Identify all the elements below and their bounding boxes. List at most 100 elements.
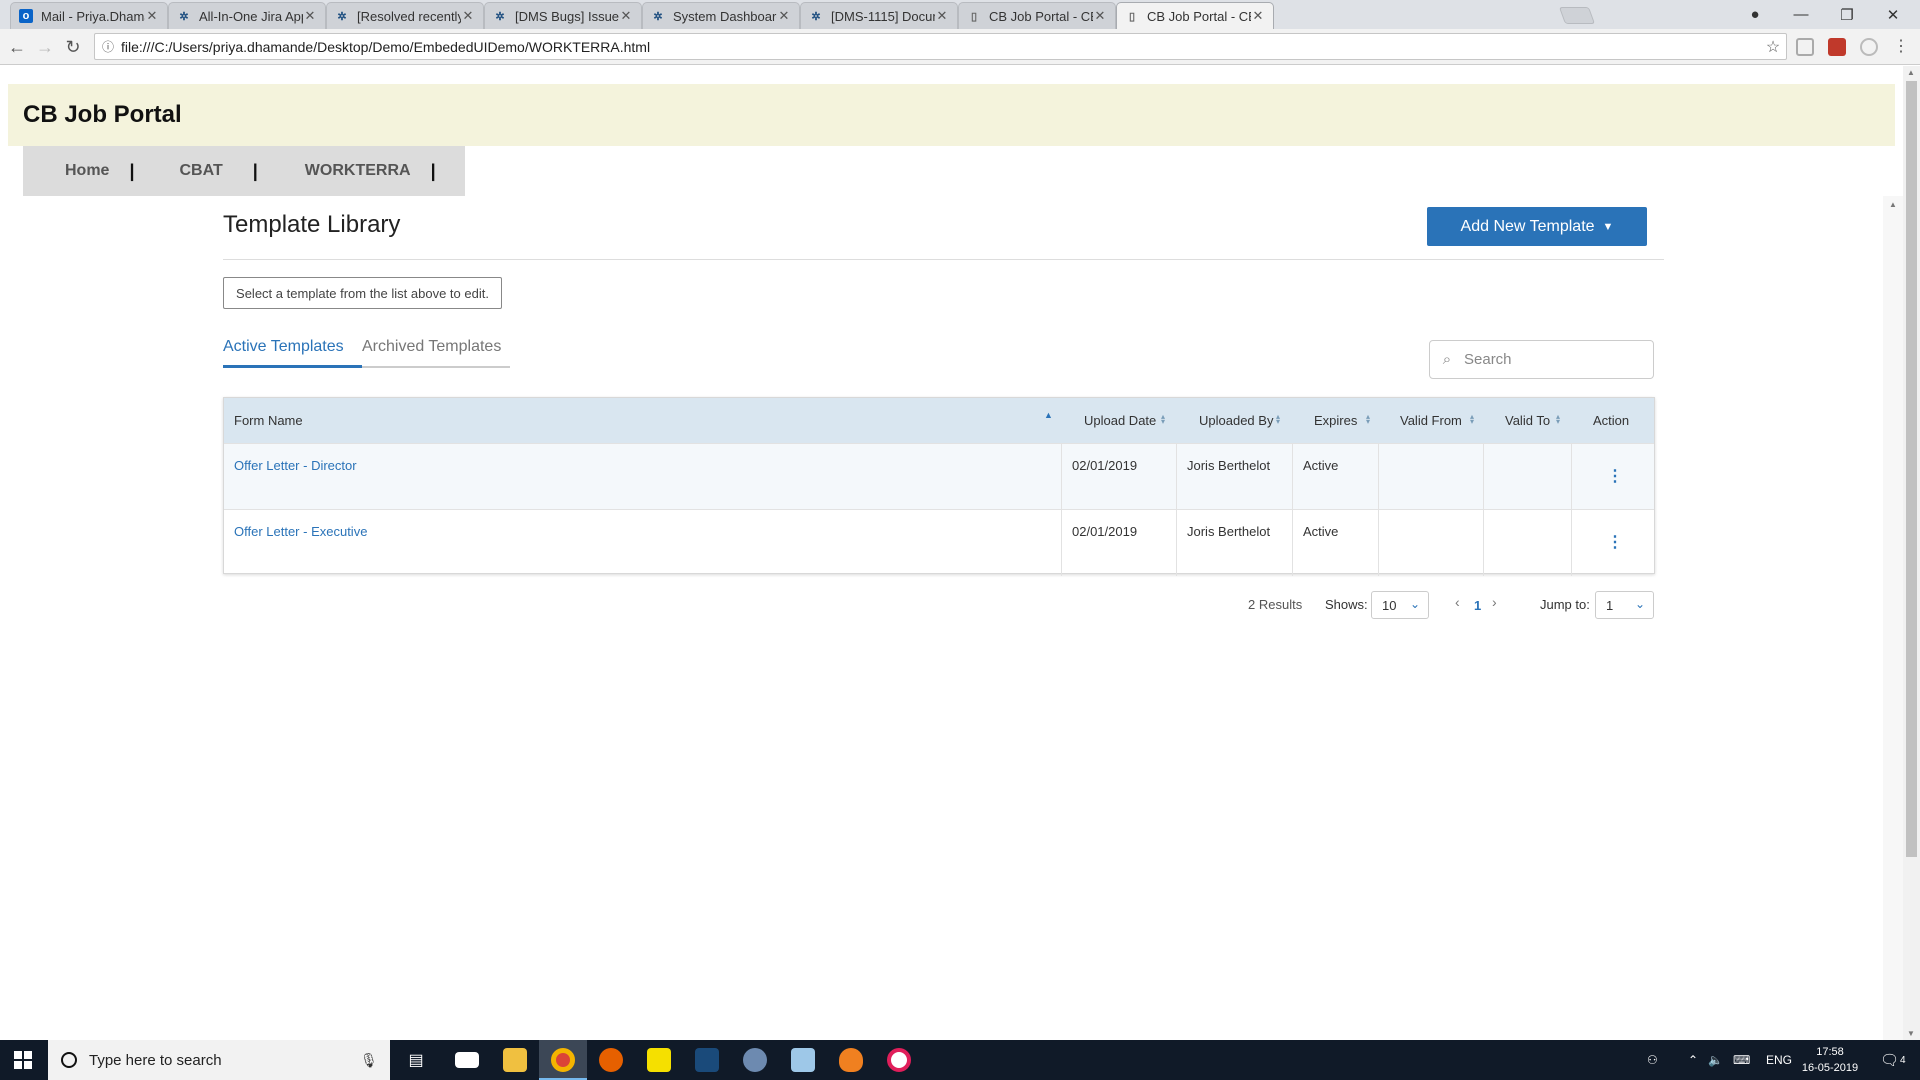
sort-icon[interactable]: ▴ ▾ [1161,413,1165,426]
column-header-uploaded-by[interactable]: Uploaded By [1189,398,1304,443]
page-viewport: CB Job Portal Home | CBAT | WORKTERRA | … [0,66,1903,1040]
page-title: Template Library [223,211,401,238]
scrollbar-thumb[interactable] [1906,81,1917,857]
sticky-notes-icon[interactable] [635,1040,683,1080]
back-icon[interactable]: ← [6,36,28,58]
close-icon[interactable]: ✕ [777,8,791,24]
column-header-expires[interactable]: Expires [1304,398,1390,443]
taskbar-search[interactable]: Type here to search 🎙 [48,1040,390,1080]
menu-icon[interactable]: ⋮ [1890,36,1912,58]
page-scrollbar[interactable]: ▲ ▼ [1903,66,1920,1040]
close-icon[interactable]: ✕ [619,8,633,24]
close-icon[interactable]: ✕ [303,8,317,24]
add-new-template-button[interactable]: Add New Template ▼ [1427,207,1647,246]
volume-icon[interactable]: 🔈 [1708,1040,1723,1080]
more-actions-icon[interactable]: ⋮ [1607,466,1623,486]
slack-icon[interactable] [875,1040,923,1080]
url-text: file:///C:/Users/priya.dhamande/Desktop/… [121,38,651,55]
column-header-upload-date[interactable]: Upload Date [1074,398,1189,443]
page-size-select[interactable]: 10 ⌄ [1371,591,1429,619]
column-header-form-name[interactable]: Form Name [224,398,1074,443]
language-indicator[interactable]: ENG [1766,1040,1792,1080]
inner-scrollbar[interactable]: ▲ [1883,196,1903,1040]
sort-icon[interactable]: ▴ ▾ [1366,413,1370,426]
mail-app-icon[interactable] [443,1040,491,1080]
form-name-link[interactable]: Offer Letter - Director [224,444,1074,510]
close-icon[interactable]: ✕ [145,8,159,24]
sort-asc-icon[interactable]: ▲ [1044,411,1053,420]
microphone-icon[interactable]: 🎙 [360,1052,390,1069]
sort-icon[interactable]: ▴ ▾ [1470,413,1474,426]
reload-icon[interactable]: ↻ [62,36,84,58]
column-header-valid-from[interactable]: Valid From [1390,398,1495,443]
close-icon[interactable]: ✕ [1251,8,1265,24]
more-actions-icon[interactable]: ⋮ [1607,532,1623,552]
task-view-icon[interactable]: ▤ [392,1040,440,1080]
tab-archived-templates[interactable]: Archived Templates [362,338,501,356]
close-window-button[interactable]: ✕ [1870,0,1916,29]
header-label: Expires [1314,413,1358,428]
table-row[interactable]: Offer Letter - Executive 02/01/2019 Jori… [224,509,1654,576]
browser-tab[interactable]: ✲ All-In-One Jira App - JIR/ ✕ [168,2,326,29]
notepad-icon[interactable] [779,1040,827,1080]
chevron-up-icon[interactable]: ⌃ [1688,1040,1698,1080]
forward-icon[interactable]: → [34,36,56,58]
column-divider [1571,510,1572,576]
form-name-link[interactable]: Offer Letter - Executive [224,510,1074,576]
chevron-down-icon: ⌄ [1409,597,1420,611]
prev-page-icon[interactable]: ‹ [1455,594,1460,610]
extension-icon[interactable] [1828,38,1846,56]
portal-title: CB Job Portal [23,101,182,128]
table-row[interactable]: Offer Letter - Director 02/01/2019 Joris… [224,443,1654,510]
extension-icon[interactable] [1796,38,1814,56]
extension-icon[interactable] [1860,38,1878,56]
next-page-icon[interactable]: › [1492,594,1497,610]
browser-tab[interactable]: ✲ [DMS Bugs] Issue Naviga ✕ [484,2,642,29]
browser-tab[interactable]: ▯ CB Job Portal - CBAT ✕ [958,2,1116,29]
jira-icon: ✲ [811,10,821,23]
column-header-valid-to[interactable]: Valid To [1495,398,1583,443]
nav-workterra[interactable]: WORKTERRA [305,162,411,180]
browser-tab[interactable]: ✲ [Resolved recently] Issue ✕ [326,2,484,29]
code-editor-icon[interactable] [683,1040,731,1080]
info-icon[interactable]: ⓘ [95,38,121,55]
browser-tab-active[interactable]: ▯ CB Job Portal - CBES ✕ [1116,2,1274,29]
scroll-down-icon[interactable]: ▼ [1907,1029,1915,1038]
sort-icon[interactable]: ▴ ▾ [1276,413,1280,426]
fire-app-icon[interactable] [827,1040,875,1080]
firefox-icon[interactable] [587,1040,635,1080]
url-bar[interactable]: ⓘ file:///C:/Users/priya.dhamande/Deskto… [94,33,1787,60]
start-button[interactable] [0,1040,46,1080]
bookmark-star-icon[interactable]: ☆ [1760,37,1786,57]
people-icon[interactable]: ⚇ [1647,1040,1658,1080]
file-explorer-icon[interactable] [491,1040,539,1080]
browser-tab[interactable]: ✲ [DMS-1115] Document T ✕ [800,2,958,29]
new-tab-button[interactable] [1558,7,1596,24]
minimize-button[interactable]: — [1778,0,1824,29]
scroll-up-icon[interactable]: ▲ [1907,68,1915,77]
tab-title: CB Job Portal - CBES [1147,8,1251,24]
current-page[interactable]: 1 [1474,598,1481,613]
chrome-icon[interactable] [539,1040,587,1080]
close-icon[interactable]: ✕ [935,8,949,24]
tab-title: [DMS-1115] Document T [831,8,935,24]
clock[interactable]: 17:58 16-05-2019 [1795,1044,1865,1076]
paint-icon[interactable] [731,1040,779,1080]
scroll-up-icon[interactable]: ▲ [1889,200,1897,209]
search-input[interactable] [1464,351,1644,368]
nav-cbat[interactable]: CBAT [180,162,223,180]
close-icon[interactable]: ✕ [461,8,475,24]
sort-icon[interactable]: ▴ ▾ [1556,413,1560,426]
outlook-icon: o [19,9,33,23]
keyboard-icon[interactable]: ⌨ [1733,1040,1750,1080]
nav-home[interactable]: Home [65,162,109,180]
notifications-icon[interactable]: 🗨 4 [1880,1040,1906,1080]
profile-icon[interactable]: ● [1732,0,1778,29]
close-icon[interactable]: ✕ [1093,8,1107,24]
browser-tab[interactable]: ✲ System Dashboard - JIRA ✕ [642,2,800,29]
nav-separator: | [252,160,258,181]
browser-tab[interactable]: o Mail - Priya.Dhamande@ ✕ [10,2,168,29]
restore-button[interactable]: ❐ [1824,0,1870,29]
jump-to-select[interactable]: 1 ⌄ [1595,591,1654,619]
tab-active-templates[interactable]: Active Templates [223,338,344,356]
